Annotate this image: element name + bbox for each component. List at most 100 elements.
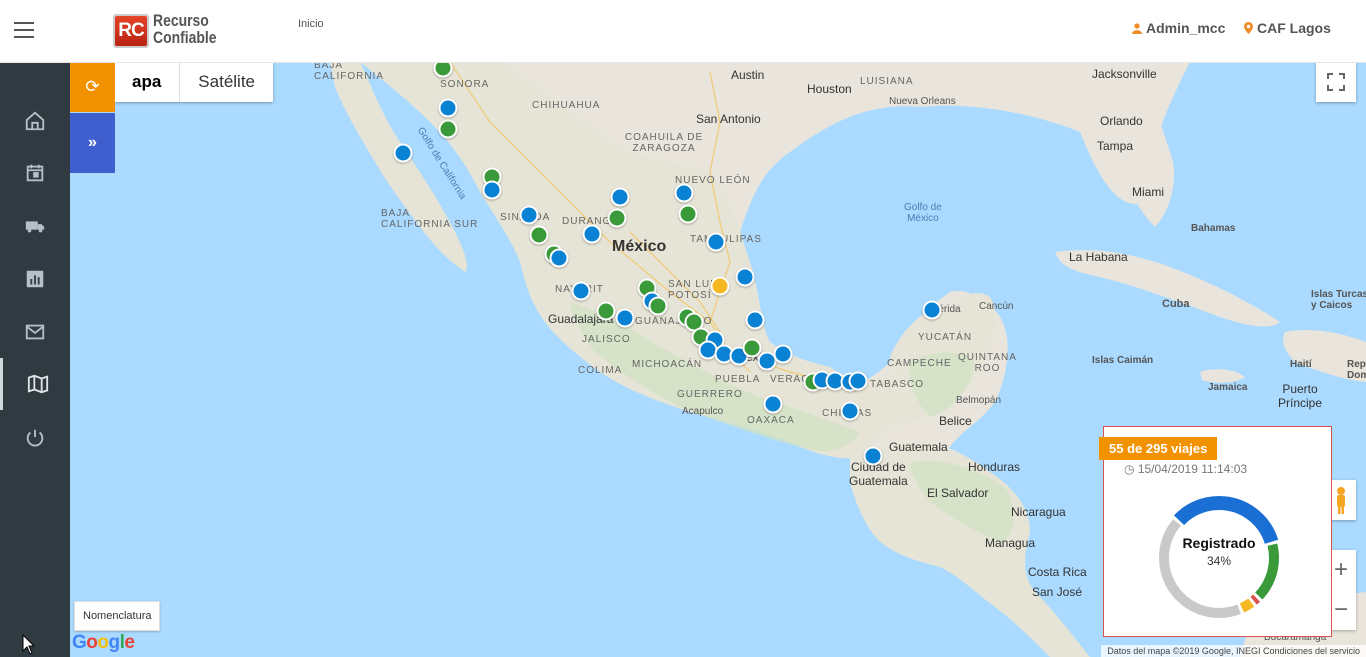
location-pin-icon: [1244, 22, 1253, 34]
user-name: Admin_mcc: [1146, 20, 1226, 36]
label-puerto-principe: Puerto Príncipe: [1278, 382, 1323, 410]
trip-marker[interactable]: [582, 224, 602, 244]
label-sonora: SONORA: [440, 79, 490, 90]
label-islas-caiman: Islas Caimán: [1092, 355, 1154, 366]
trip-marker[interactable]: [596, 301, 616, 321]
trip-marker[interactable]: [863, 446, 883, 466]
trip-marker[interactable]: [678, 204, 698, 224]
trip-marker[interactable]: [735, 267, 755, 287]
trip-marker[interactable]: [607, 208, 627, 228]
trip-marker[interactable]: [610, 187, 630, 207]
label-bahamas: Bahamas: [1191, 223, 1236, 234]
trip-marker[interactable]: [674, 183, 694, 203]
refresh-button[interactable]: ⟳: [70, 62, 115, 112]
trip-marker[interactable]: [482, 180, 502, 200]
location-menu[interactable]: CAF Lagos: [1244, 20, 1331, 36]
refresh-icon: ⟳: [85, 77, 100, 96]
trip-marker[interactable]: [745, 310, 765, 330]
map-area[interactable]: BAJA CALIFORNIA SONORA CHIHUAHUA COAHUIL…: [70, 62, 1366, 657]
user-menu[interactable]: Admin_mcc: [1132, 20, 1225, 36]
trip-marker[interactable]: [706, 232, 726, 252]
sidebar-item-home[interactable]: [0, 95, 70, 147]
label-michoacan: MICHOACÁN: [632, 359, 703, 370]
mouse-cursor-icon: [22, 634, 36, 655]
label-chihuahua: CHIHUAHUA: [532, 100, 601, 111]
label-nicaragua: Nicaragua: [1011, 505, 1066, 519]
label-quintana: QUINTANA ROO: [958, 352, 1017, 374]
trip-marker[interactable]: [549, 248, 569, 268]
breadcrumb[interactable]: Inicio: [298, 18, 324, 30]
label-orlando: Orlando: [1100, 114, 1143, 128]
trip-marker[interactable]: [529, 225, 549, 245]
label-acapulco: Acapulco: [682, 406, 724, 417]
trip-marker[interactable]: [848, 371, 868, 391]
label-baja-sur: BAJA CALIFORNIA SUR: [381, 208, 479, 230]
label-guatemala: Guatemala: [889, 440, 948, 454]
label-san-jose: San José: [1032, 585, 1083, 599]
label-costa-rica: Costa Rica: [1028, 565, 1087, 579]
fullscreen-button[interactable]: [1316, 62, 1356, 102]
chart-icon: [26, 270, 44, 288]
location-name: CAF Lagos: [1257, 20, 1331, 36]
donut-percent-label: 34%: [1206, 554, 1232, 568]
label-cuba: Cuba: [1162, 298, 1190, 310]
sidebar-item-trips[interactable]: [0, 200, 70, 252]
expand-panel-button[interactable]: »: [70, 113, 115, 173]
trip-marker[interactable]: [710, 276, 730, 296]
trip-marker[interactable]: [840, 401, 860, 421]
label-el-salvador: El Salvador: [927, 486, 989, 500]
menu-icon[interactable]: [14, 22, 34, 38]
map-type-map-button[interactable]: apa: [114, 62, 181, 102]
trip-marker[interactable]: [648, 296, 668, 316]
trip-marker[interactable]: [773, 344, 793, 364]
brand-mark: RC: [113, 14, 149, 48]
trip-marker[interactable]: [519, 205, 539, 225]
power-icon: [26, 429, 44, 447]
label-oaxaca: OAXACA: [747, 415, 795, 426]
trip-marker[interactable]: [438, 119, 458, 139]
mail-icon: [25, 324, 45, 340]
label-islas-turcas: Islas Turcas y Caicos: [1311, 289, 1366, 311]
sidebar-item-reports[interactable]: [0, 253, 70, 305]
map-attribution[interactable]: Datos del mapa ©2019 Google, INEGI Condi…: [1101, 645, 1366, 657]
label-tabasco: TABASCO: [870, 379, 925, 390]
label-golfo-mexico: Golfo de México: [904, 202, 942, 224]
trip-marker[interactable]: [922, 300, 942, 320]
label-luisiana: LUISIANA: [860, 76, 914, 87]
label-campeche: CAMPECHE: [887, 358, 952, 369]
sidebar-item-calendar[interactable]: [0, 147, 70, 199]
person-icon: [1132, 22, 1142, 34]
trip-count-badge: 55 de 295 viajes: [1099, 437, 1218, 460]
trip-marker[interactable]: [615, 308, 635, 328]
brand-line2: Confiable: [153, 28, 217, 47]
panel-date: 15/04/2019 11:14:03: [1137, 462, 1248, 476]
label-san-antonio: San Antonio: [696, 112, 761, 126]
trip-marker[interactable]: [438, 98, 458, 118]
nomenclatura-button[interactable]: Nomenclatura: [74, 601, 161, 631]
map-type-control: apa Satélite: [114, 62, 273, 102]
sidebar-item-logout[interactable]: [0, 412, 70, 464]
label-mexico: México: [612, 238, 667, 255]
clock-icon: ◷: [1124, 462, 1135, 476]
trip-marker[interactable]: [763, 394, 783, 414]
map-type-satellite-button[interactable]: Satélite: [180, 62, 273, 102]
sidebar-item-messages[interactable]: [0, 306, 70, 358]
label-baja-california: BAJA CALIFORNIA: [314, 62, 385, 82]
label-jamaica: Jamaica: [1208, 382, 1248, 393]
sidebar-item-map[interactable]: [0, 358, 73, 410]
label-la-habana: La Habana: [1069, 250, 1128, 264]
fullscreen-icon: [1327, 73, 1345, 91]
label-cancun: Cancún: [979, 301, 1014, 312]
label-houston: Houston: [807, 82, 852, 96]
panel-timestamp: ◷ 15/04/2019 11:14:03: [1124, 462, 1247, 476]
label-guerrero: GUERRERO: [677, 389, 743, 400]
label-miami: Miami: [1132, 185, 1164, 199]
label-tamaulipas: TAMAULIPAS: [690, 234, 762, 245]
trip-marker[interactable]: [393, 143, 413, 163]
trip-marker[interactable]: [571, 281, 591, 301]
home-icon: [25, 111, 45, 131]
label-coahuila: COAHUILA DE ZARAGOZA: [624, 132, 704, 154]
label-jacksonville: Jacksonville: [1092, 67, 1157, 81]
sidebar: [0, 62, 70, 657]
label-puebla: PUEBLA: [715, 374, 761, 385]
